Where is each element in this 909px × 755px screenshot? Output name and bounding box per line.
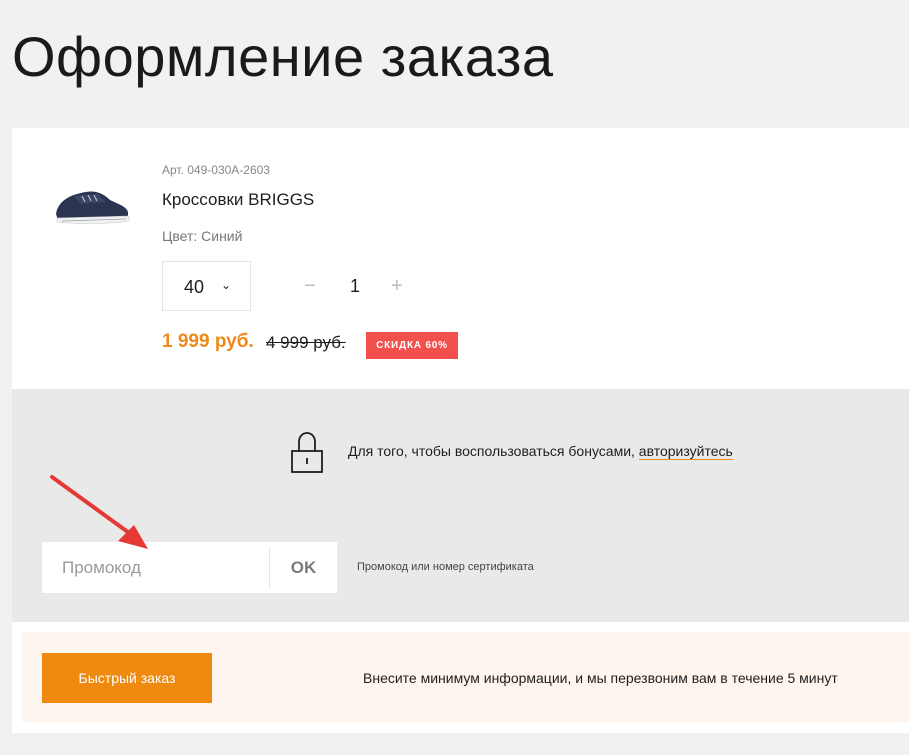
promo-form: OK — [42, 542, 337, 593]
promo-hint: Промокод или номер сертификата — [357, 561, 534, 573]
product-name[interactable]: Кроссовки BRIGGS — [162, 190, 314, 210]
product-color: Цвет: Синий — [162, 228, 243, 244]
login-link[interactable]: авторизуйтесь — [638, 443, 733, 460]
size-select[interactable]: 40 ⌄ — [162, 261, 251, 311]
product-sku: Арт. 049-030A-2603 — [162, 163, 270, 177]
promo-code-input[interactable] — [42, 542, 269, 593]
quantity-value: 1 — [350, 276, 361, 296]
chevron-down-icon: ⌄ — [221, 278, 232, 292]
price-old: 4 999 руб. — [266, 333, 346, 352]
bonus-message: Для того, чтобы воспользоваться бонусами… — [348, 443, 733, 460]
quick-order-button[interactable]: Быстрый заказ — [42, 653, 212, 703]
quantity-decrease-button[interactable]: − — [304, 276, 316, 296]
bonus-text: Для того, чтобы воспользоваться бонусами… — [348, 443, 639, 459]
price-current: 1 999 руб. — [162, 331, 254, 352]
promo-ok-button[interactable]: OK — [270, 542, 337, 593]
cart-item: Арт. 049-030A-2603 Кроссовки BRIGGS Цвет… — [12, 128, 909, 389]
sneaker-image[interactable] — [52, 178, 132, 228]
page-title: Оформление заказа — [12, 25, 554, 88]
lock-icon — [291, 432, 323, 473]
bonus-promo-section: Для того, чтобы воспользоваться бонусами… — [12, 389, 909, 622]
order-card: Арт. 049-030A-2603 Кроссовки BRIGGS Цвет… — [12, 128, 909, 733]
discount-badge: СКИДКА 60% — [366, 332, 458, 359]
quick-order-section: Быстрый заказ Внесите минимум информации… — [22, 632, 909, 722]
quick-order-text: Внесите минимум информации, и мы перезво… — [363, 670, 838, 686]
size-value: 40 — [184, 277, 205, 297]
quantity-increase-button[interactable]: + — [391, 276, 403, 296]
